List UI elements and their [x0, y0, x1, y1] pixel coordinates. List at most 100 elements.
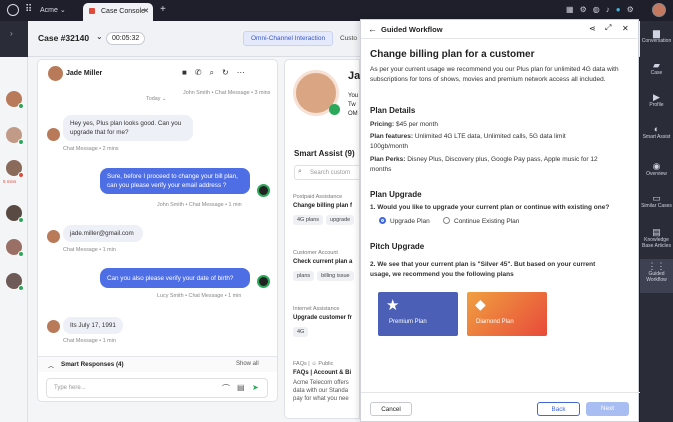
nav-smart-assist[interactable]: ◐ Smart Assist — [640, 122, 673, 156]
tools-icon[interactable]: ⚙ — [580, 5, 593, 14]
card-kicker: Postpaid Assistance — [293, 194, 343, 200]
chat-icon: ▆ — [653, 28, 660, 38]
close-icon[interactable]: ✕ — [622, 24, 629, 33]
agent-avatar — [257, 275, 270, 288]
case-icon: ▰ — [653, 60, 660, 70]
case-menu-chevron-icon[interactable]: ⌄ — [96, 32, 103, 41]
contact-avatar[interactable] — [6, 160, 24, 178]
card-chip: 4G plans — [293, 215, 324, 225]
workflow-intro: As per your current usage we recommend y… — [370, 66, 619, 83]
bell-icon[interactable]: ♪ — [606, 5, 616, 14]
suggestion-card[interactable]: FAQs | ☺ Public FAQs | Account & Bi Acme… — [293, 361, 363, 403]
template-icon[interactable]: ▤ — [237, 383, 245, 392]
globe-icon[interactable]: ◍ — [593, 5, 606, 14]
expand-icon[interactable]: ⤢ — [605, 23, 611, 33]
nav-similar-cases[interactable]: ▭ Similar Cases — [640, 191, 673, 225]
nav-guided-workflow[interactable]: ⋮⋮ Guided Workflow — [640, 259, 673, 293]
chat-bubble-incoming: Hey yes, Plus plan looks good. Can you u… — [63, 115, 193, 141]
contact-avatar — [47, 320, 60, 333]
tab-omni-channel[interactable]: Omni-Channel Interaction — [243, 31, 334, 46]
premium-plan-card[interactable]: ★ Premium Plan — [378, 292, 458, 336]
suggestion-card[interactable]: Postpaid Assistance Change billing plan … — [293, 194, 363, 225]
chat-bubble-icon[interactable]: ● — [616, 5, 627, 14]
star-icon: ★ — [386, 297, 400, 314]
radio-upgrade-plan[interactable]: Upgrade Plan — [379, 217, 430, 227]
send-icon[interactable]: ➤ — [252, 383, 259, 392]
message-meta: Lucy Smith • Chat Message • 1 min — [157, 293, 242, 299]
card-chip: upgrade — [326, 215, 355, 225]
perks-line: Plan Perks: Disney Plus, Discovery plus,… — [370, 156, 598, 173]
diamond-plan-label: Diamond Plan — [476, 319, 514, 325]
message-meta: Chat Message • 1 min — [63, 247, 116, 253]
smart-assist-title: Smart Assist (9) — [294, 149, 355, 158]
workflow-heading: Change billing plan for a customer — [370, 49, 535, 60]
diamond-icon: ◆ — [475, 296, 486, 312]
smart-assist-search[interactable]: ⌕ Search custom — [294, 165, 364, 180]
nav-overview[interactable]: ◉ Overview — [640, 159, 673, 189]
contact-avatar[interactable] — [6, 239, 24, 257]
search-icon[interactable]: ⌕ — [210, 68, 222, 77]
pricing-line: Pricing: $45 per month — [370, 121, 438, 128]
chevron-down-icon: ⌄ — [59, 7, 66, 14]
chat-bubble-outgoing: Sure, before I proceed to change your bi… — [100, 168, 250, 194]
tab-case-console[interactable]: Case Console ✕ — [83, 3, 153, 21]
chat-bubble-incoming: Its July 17, 1991 — [63, 317, 123, 334]
tab-icon — [89, 8, 95, 14]
nav-conversation[interactable]: ▆ Conversation — [640, 26, 673, 56]
cancel-button[interactable]: Cancel — [370, 402, 412, 416]
expand-icon[interactable]: › — [10, 29, 13, 38]
tab-title: Case Console — [101, 8, 145, 15]
radio-continue-plan[interactable]: Continue Existing Plan — [443, 217, 519, 227]
contact-name: Jade Miller — [66, 70, 103, 77]
message-input-placeholder: Type here... — [54, 385, 86, 391]
radio-selected-icon — [379, 217, 386, 224]
share-icon[interactable]: ⋖ — [589, 24, 596, 33]
card-chip: billing issue — [317, 271, 354, 281]
attach-icon[interactable]: ⌒ — [222, 383, 230, 394]
contact-avatar[interactable] — [6, 127, 24, 145]
customer-line-2: Tw — [348, 102, 356, 108]
smart-responses-label: Smart Responses (4) — [61, 361, 124, 368]
contact-avatar — [47, 128, 60, 141]
new-tab-button[interactable]: + — [160, 4, 166, 15]
top-message-meta: John Smith • Chat Message • 3 mins — [183, 90, 271, 96]
customer-line-3: OM — [348, 111, 358, 117]
message-meta: Chat Message • 2 mins — [63, 146, 119, 152]
diamond-plan-card[interactable]: ◆ Diamond Plan — [467, 292, 547, 336]
calendar-icon[interactable]: ▦ — [566, 5, 580, 14]
more-icon[interactable]: ⋯ — [237, 68, 253, 77]
card-kicker: FAQs | ☺ Public — [293, 361, 334, 367]
settings-icon[interactable]: ⚙ — [627, 5, 640, 14]
suggestion-card[interactable]: Internet Assistance Upgrade customer fr … — [293, 306, 363, 337]
app-logo-icon[interactable] — [7, 4, 19, 16]
contact-photo — [48, 66, 63, 81]
nav-case[interactable]: ▰ Case — [640, 58, 673, 88]
apps-grid-icon[interactable]: ⠿ — [25, 4, 32, 15]
nav-profile[interactable]: ▶ Profile — [640, 90, 673, 120]
phone-icon[interactable]: ✆ — [195, 68, 210, 77]
message-input[interactable]: Type here... ⌒ ▤ ➤ — [46, 378, 268, 398]
contact-avatar[interactable] — [6, 205, 24, 223]
smart-responses-bar[interactable]: ︿ Smart Responses (4) Show all — [38, 356, 277, 372]
contact-avatar[interactable] — [6, 273, 24, 291]
back-arrow-icon[interactable]: ← — [368, 24, 377, 34]
tab-customer[interactable]: Custo — [340, 35, 357, 42]
pitch-upgrade-title: Pitch Upgrade — [370, 242, 425, 251]
show-all-link[interactable]: Show all — [236, 361, 259, 367]
org-switcher[interactable]: Acme ⌄ — [40, 6, 66, 14]
card-title: FAQs | Account & Bi — [293, 370, 352, 376]
next-button[interactable]: Next — [586, 402, 629, 416]
close-tab-icon[interactable]: ✕ — [143, 7, 149, 15]
refresh-icon[interactable]: ↻ — [222, 68, 237, 77]
card-title: Change billing plan f — [293, 203, 352, 209]
today-label: Today ⌄ — [146, 96, 167, 102]
user-avatar[interactable] — [652, 3, 666, 17]
card-body: Acme Telecom offers data with our Standa… — [293, 380, 349, 402]
nav-knowledge-base[interactable]: ▤ Knowledge Base Articles — [640, 225, 673, 259]
back-button[interactable]: Back — [537, 402, 580, 416]
similar-cases-icon: ▭ — [652, 193, 661, 203]
contact-avatar[interactable] — [6, 91, 24, 109]
suggestion-card[interactable]: Customer Account Check current plan a pl… — [293, 250, 363, 281]
upgrade-question: 1. Would you like to upgrade your curren… — [370, 204, 610, 211]
video-icon[interactable]: ■ — [182, 68, 195, 77]
